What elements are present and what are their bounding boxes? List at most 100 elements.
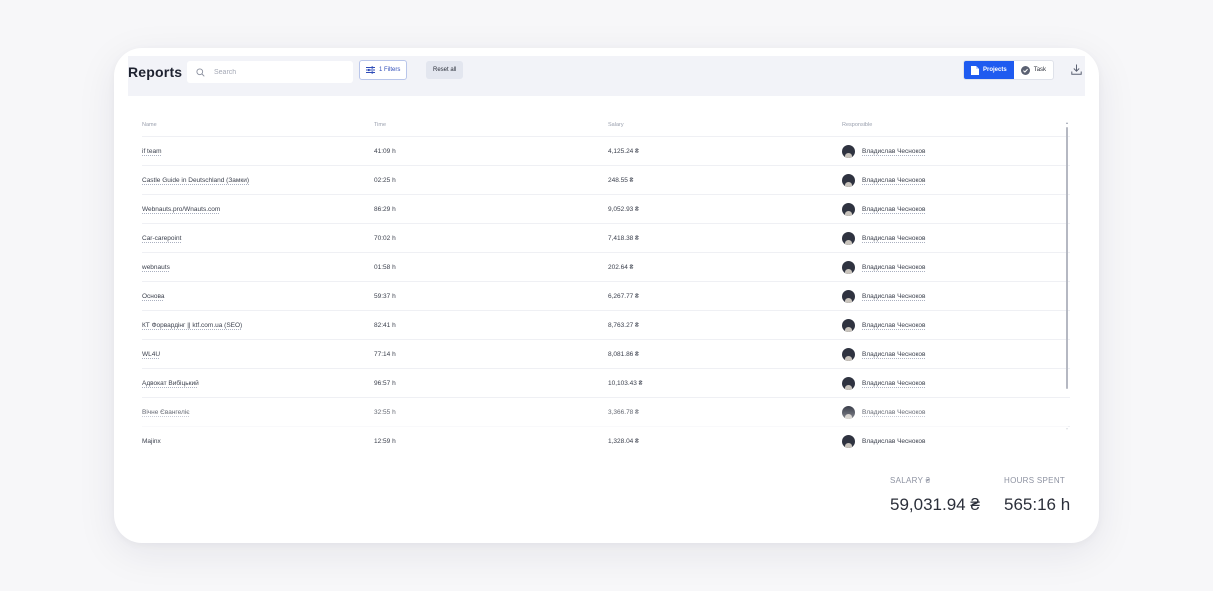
salary-cell: 8,763.27 ₴ [608, 321, 639, 329]
avatar [842, 318, 855, 332]
download-button[interactable] [1068, 61, 1084, 77]
responsible-name-link[interactable]: Владислав Чесноков [862, 293, 925, 300]
time-cell: 70:02 h [374, 234, 396, 242]
table-row[interactable]: webnauts 01:58 h 202.64 ₴ Владислав Чесноко… [142, 252, 1070, 281]
time-cell: 59:37 h [374, 292, 396, 300]
responsible-cell: Владислав Чесноков [842, 202, 1062, 216]
task-toggle-button[interactable]: Task [1014, 61, 1053, 79]
reports-table: Name Time Salary Responsible if team 41:0… [142, 114, 1070, 455]
project-name-link[interactable]: Адвокат Вибіцький [142, 380, 199, 387]
avatar [842, 405, 855, 419]
project-name-link[interactable]: Основа [142, 293, 165, 300]
salary-cell: 1,328.04 ₴ [608, 437, 639, 445]
avatar [842, 260, 855, 274]
responsible-cell: Владислав Чесноков [842, 347, 1062, 361]
salary-cell: 4,125.24 ₴ [608, 147, 639, 155]
project-name-link[interactable]: КТ Форвардінг || ktf.com.ua (SEO) [142, 322, 242, 329]
salary-total-value: 59,031.94 ₴ [890, 495, 980, 514]
responsible-name-link[interactable]: Владислав Чесноков [862, 264, 925, 271]
responsible-cell: Владислав Чесноков [842, 231, 1062, 245]
search-box[interactable] [187, 61, 353, 83]
page-title: Reports [128, 64, 183, 80]
time-cell: 96:57 h [374, 379, 396, 387]
download-icon [1070, 64, 1082, 75]
table-row[interactable]: КТ Форвардінг || ktf.com.ua (SEO) 82:41 h… [142, 310, 1070, 339]
reports-card: Reports 1 Filters Reset all [114, 48, 1099, 543]
table-row[interactable]: Webnauts.pro/Wnauts.com 86:29 h 9,052.93 ₴… [142, 194, 1070, 223]
table-row[interactable]: Адвокат Вибіцький 96:57 h 10,103.43 ₴ Влади… [142, 368, 1070, 397]
avatar [842, 347, 855, 361]
responsible-cell: Владислав Чесноков [842, 376, 1062, 390]
responsible-name-link[interactable]: Владислав Чесноков [862, 177, 925, 184]
filters-button[interactable]: 1 Filters [359, 60, 408, 80]
table-row[interactable]: if team 41:09 h 4,125.24 ₴ Владислав Чеснок… [142, 136, 1070, 165]
scrollbar-thumb[interactable] [1066, 127, 1068, 389]
project-name-link[interactable]: if team [142, 148, 162, 155]
salary-cell: 10,103.43 ₴ [608, 379, 643, 387]
responsible-name-link[interactable]: Владислав Чесноков [862, 206, 925, 213]
responsible-name-link[interactable]: Владислав Чесноков [862, 380, 925, 387]
time-cell: 02:25 h [374, 176, 396, 184]
toolbar: Reports 1 Filters Reset all [128, 56, 1085, 96]
table-row[interactable]: WL4U 77:14 h 8,081.86 ₴ Владислав Чесноков [142, 339, 1070, 368]
filter-sliders-icon [366, 66, 375, 74]
reset-all-button[interactable]: Reset all [426, 61, 464, 79]
time-cell: 01:58 h [374, 263, 396, 271]
salary-cell: 6,267.77 ₴ [608, 292, 639, 300]
hours-total-value: 565:16 h [1004, 495, 1071, 514]
responsible-cell: Владислав Чесноков [842, 405, 1062, 419]
project-name-link[interactable]: Car-carepoint [142, 235, 181, 242]
table-row[interactable]: Castle Guide in Deutschland (Замки) 02:25… [142, 165, 1070, 194]
salary-cell: 9,052.93 ₴ [608, 205, 639, 213]
projects-toggle-label: Projects [983, 67, 1007, 73]
project-name-link[interactable]: WL4U [142, 351, 160, 358]
responsible-name-link[interactable]: Владислав Чесноков [862, 322, 925, 329]
avatar [842, 202, 855, 216]
responsible-name-link[interactable]: Владислав Чесноков [862, 438, 925, 445]
table-scrollbar[interactable]: ▴ ▾ [1066, 121, 1069, 431]
responsible-name-link[interactable]: Владислав Чесноков [862, 409, 925, 416]
column-header-salary: Salary [608, 122, 624, 128]
avatar [842, 434, 855, 448]
search-input[interactable] [214, 68, 334, 76]
responsible-name-link[interactable]: Владислав Чесноков [862, 351, 925, 358]
table-body: if team 41:09 h 4,125.24 ₴ Владислав Чеснок… [142, 136, 1070, 455]
time-cell: 12:59 h [374, 437, 396, 445]
avatar [842, 144, 855, 158]
table-row[interactable]: Majinx 12:59 h 1,328.04 ₴ Владислав Чесноко… [142, 426, 1070, 455]
responsible-name-link[interactable]: Владислав Чесноков [862, 148, 925, 155]
salary-cell: 7,418.38 ₴ [608, 234, 639, 242]
responsible-cell: Владислав Чесноков [842, 434, 1062, 448]
table-row[interactable]: Основа 59:37 h 6,267.77 ₴ Владислав Чесноко… [142, 281, 1070, 310]
avatar [842, 376, 855, 390]
column-header-responsible: Responsible [842, 122, 873, 128]
project-name-link[interactable]: Webnauts.pro/Wnauts.com [142, 206, 220, 213]
project-name-link[interactable]: Majinx [142, 438, 161, 445]
time-cell: 41:09 h [374, 147, 396, 155]
scroll-down-arrow[interactable]: ▾ [1066, 427, 1069, 431]
search-icon [196, 67, 205, 77]
responsible-cell: Владислав Чесноков [842, 260, 1062, 274]
avatar [842, 289, 855, 303]
salary-cell: 3,366.78 ₴ [608, 408, 639, 416]
table-header: Name Time Salary Responsible [142, 114, 1070, 136]
time-cell: 77:14 h [374, 350, 396, 358]
responsible-cell: Владислав Чесноков [842, 289, 1062, 303]
scroll-up-arrow[interactable]: ▴ [1066, 121, 1069, 125]
project-name-link[interactable]: Вічне Євангеліє [142, 409, 190, 416]
table-row[interactable]: Вічне Євангеліє 32:55 h 3,366.78 ₴ Владисла… [142, 397, 1070, 426]
column-header-name: Name [142, 122, 157, 128]
time-cell: 86:29 h [374, 205, 396, 213]
project-name-link[interactable]: webnauts [142, 264, 170, 271]
salary-total-label: SALARY ₴ [890, 476, 931, 485]
responsible-name-link[interactable]: Владислав Чесноков [862, 235, 925, 242]
projects-icon [971, 65, 979, 75]
responsible-cell: Владислав Чесноков [842, 318, 1062, 332]
hours-total: HOURS SPENT 565:16 h [1004, 476, 1070, 515]
avatar [842, 231, 855, 245]
projects-toggle-button[interactable]: Projects [964, 61, 1014, 79]
avatar [842, 173, 855, 187]
table-row[interactable]: Car-carepoint 70:02 h 7,418.38 ₴ Владислав … [142, 223, 1070, 252]
project-name-link[interactable]: Castle Guide in Deutschland (Замки) [142, 177, 249, 184]
hours-total-label: HOURS SPENT [1004, 476, 1066, 485]
